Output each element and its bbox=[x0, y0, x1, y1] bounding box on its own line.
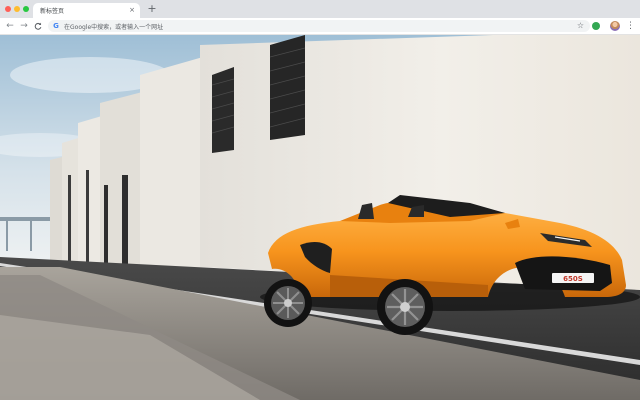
tab-title: 新标签页 bbox=[40, 8, 65, 15]
address-bar-placeholder: 在Google中搜索，或者输入一个网址 bbox=[64, 23, 164, 31]
tab-close-icon[interactable]: × bbox=[129, 6, 135, 14]
wallpaper-image: 650S bbox=[0, 35, 640, 400]
forward-arrow-icon[interactable]: → bbox=[18, 20, 30, 32]
extension-icon[interactable] bbox=[592, 22, 600, 30]
maximize-window-button[interactable] bbox=[23, 6, 29, 12]
reload-icon[interactable] bbox=[32, 20, 44, 32]
wallpaper-background: 650S bbox=[0, 35, 640, 400]
google-icon: G bbox=[53, 22, 59, 30]
bookmark-star-icon[interactable]: ☆ bbox=[577, 20, 584, 32]
profile-avatar[interactable] bbox=[610, 21, 620, 31]
browser-toolbar: ← → G 在Google中搜索，或者输入一个网址 ☆ ⋮ bbox=[0, 18, 640, 35]
close-window-button[interactable] bbox=[5, 6, 11, 12]
new-tab-button[interactable]: + bbox=[146, 3, 158, 15]
browser-titlebar: 新标签页 × + bbox=[0, 0, 640, 18]
address-bar[interactable]: G 在Google中搜索，或者输入一个网址 ☆ bbox=[48, 20, 590, 32]
minimize-window-button[interactable] bbox=[14, 6, 20, 12]
car-plate-text: 650S bbox=[563, 275, 583, 283]
tab-new-tab[interactable]: 新标签页 × bbox=[33, 3, 140, 18]
menu-icon[interactable]: ⋮ bbox=[626, 20, 635, 32]
back-arrow-icon[interactable]: ← bbox=[4, 20, 16, 32]
